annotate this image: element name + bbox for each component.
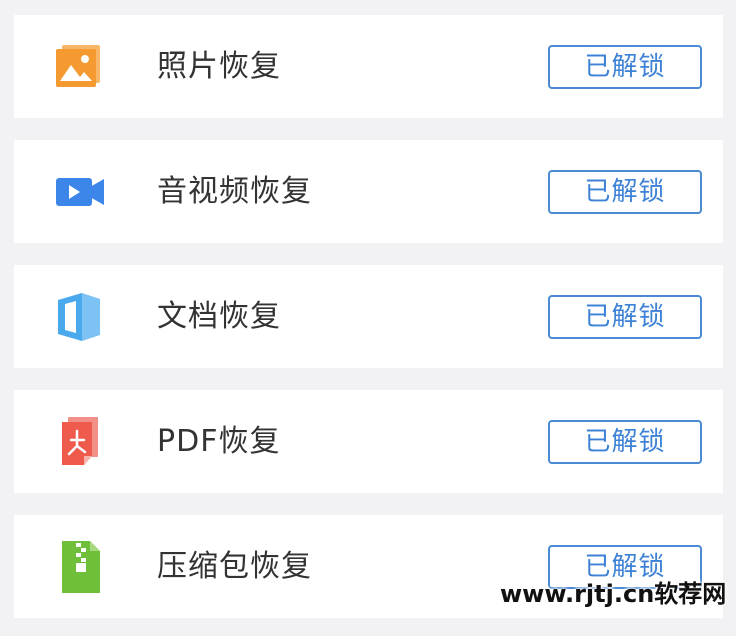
list-item-pdf-recovery[interactable]: PDF恢复 已解锁 [14,390,723,493]
list-item-video-recovery[interactable]: 音视频恢复 已解锁 [14,140,723,243]
site-watermark: www.rjtj.cn软荐网 [500,580,727,608]
item-label: 压缩包恢复 [157,549,312,584]
pdf-icon [52,416,108,468]
list-item-photo-recovery[interactable]: 照片恢复 已解锁 [14,15,723,118]
item-label: 照片恢复 [157,49,281,84]
document-icon [52,291,108,343]
photo-icon [52,41,108,93]
item-label: 文档恢复 [157,299,281,334]
video-icon [52,166,108,218]
list-item-document-recovery[interactable]: 文档恢复 已解锁 [14,265,723,368]
unlocked-button[interactable]: 已解锁 [548,170,702,214]
unlocked-button[interactable]: 已解锁 [548,45,702,89]
unlocked-button[interactable]: 已解锁 [548,420,702,464]
item-label: 音视频恢复 [157,174,312,209]
item-label: PDF恢复 [157,424,281,459]
zip-icon [52,541,108,593]
recovery-type-list: 照片恢复 已解锁 音视频恢复 已解锁 文档恢复 已解锁 PDF恢复 已解锁 压缩… [14,15,723,618]
unlocked-button[interactable]: 已解锁 [548,295,702,339]
